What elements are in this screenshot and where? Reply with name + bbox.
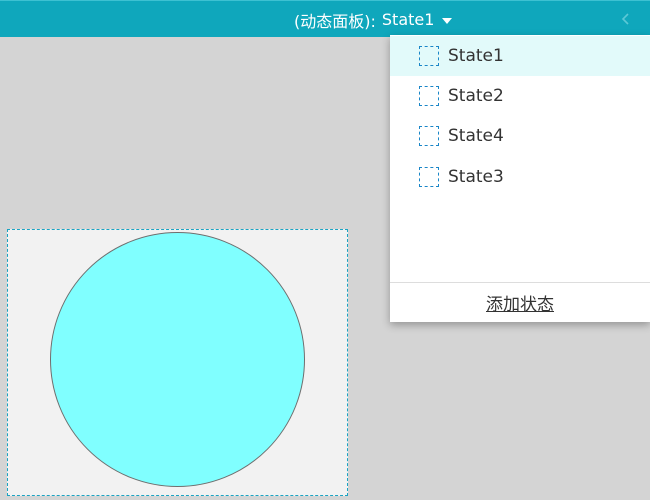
state-dropdown-menu: State1 State2 State4 State3 添加状态	[390, 35, 650, 322]
state-item-label: State4	[448, 126, 504, 146]
state-item-label: State2	[448, 86, 504, 106]
state-item-label: State1	[448, 46, 504, 66]
state-selector-dropdown[interactable]: (动态面板): State1	[294, 1, 453, 38]
state-page-icon	[419, 46, 439, 66]
caret-down-icon	[442, 17, 453, 24]
state-page-icon	[419, 86, 439, 106]
current-state-label: State1	[381, 10, 435, 29]
state-page-icon	[419, 126, 439, 146]
chevron-left-icon[interactable]	[618, 10, 634, 28]
top-toolbar: (动态面板): State1	[0, 0, 650, 37]
state-page-icon	[419, 167, 439, 187]
add-state-link[interactable]: 添加状态	[390, 283, 650, 321]
state-item-state3[interactable]: State3	[390, 157, 650, 197]
state-item-state1[interactable]: State1	[390, 36, 650, 76]
dynamic-panel-label: (动态面板):	[294, 11, 376, 31]
state-item-state2[interactable]: State2	[390, 76, 650, 116]
state-item-state4[interactable]: State4	[390, 116, 650, 156]
state-item-label: State3	[448, 167, 504, 187]
circle-shape[interactable]	[50, 232, 305, 487]
